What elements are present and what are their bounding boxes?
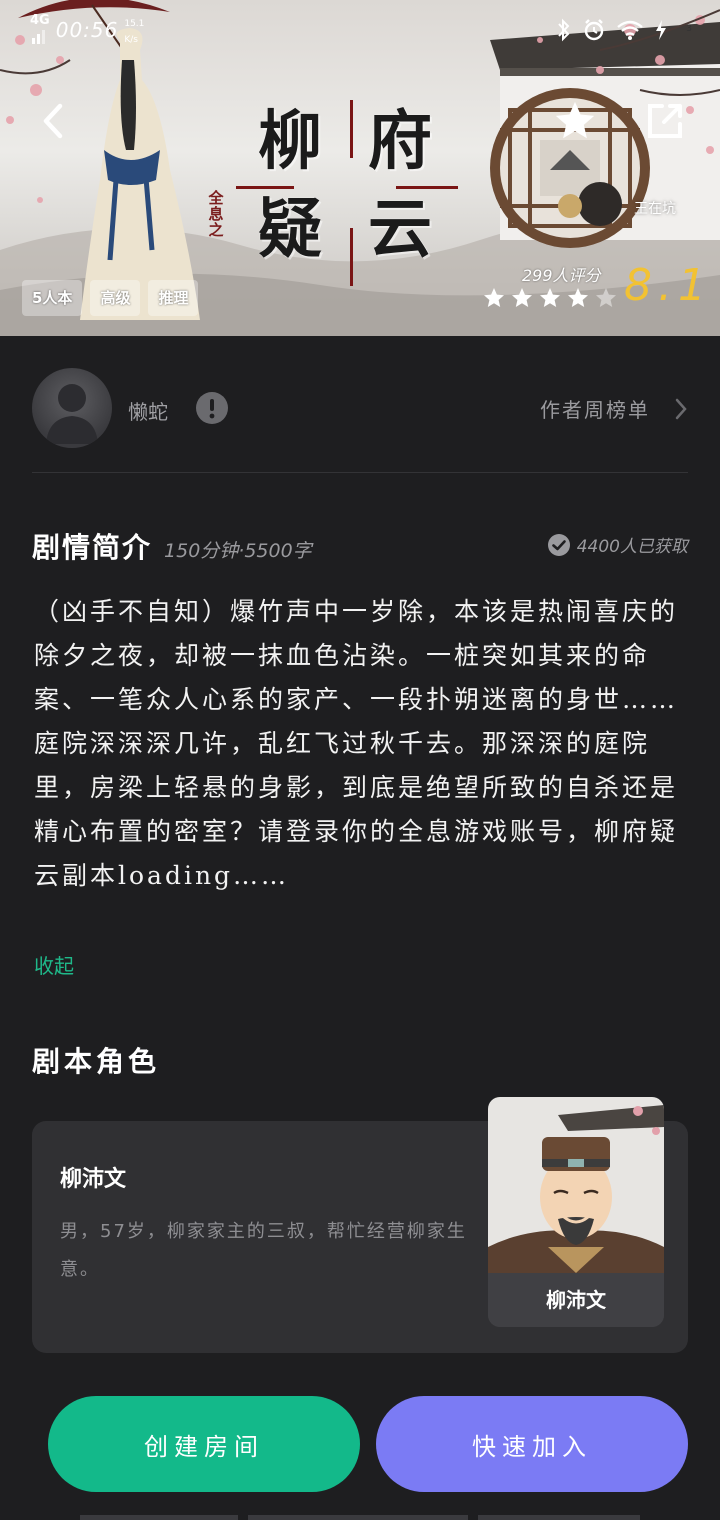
chevron-left-icon (43, 103, 63, 139)
tag-difficulty: 高级 (90, 280, 141, 316)
status-left: 4G 00:56 15.1 K/s (30, 14, 144, 48)
title-divider (350, 100, 353, 158)
check-circle-icon (547, 533, 570, 556)
collapse-link[interactable]: 收起 (34, 950, 74, 979)
net-speed-unit: K/s (124, 35, 138, 45)
author-name: 懒蛇 (128, 400, 168, 424)
role-portrait[interactable]: 柳沛文 (488, 1097, 664, 1327)
quick-join-button[interactable]: 快速加入 (376, 1396, 688, 1492)
title-char: 柳 (258, 104, 322, 179)
bottom-bar-segment (248, 1515, 468, 1520)
network-indicator: 4G (30, 13, 50, 28)
author-weekly-rank-link[interactable]: 作者周榜单 (540, 394, 688, 423)
author-row: 懒蛇 作者周榜单 (32, 368, 688, 448)
favorite-button[interactable] (552, 98, 598, 144)
rating-star-icon (512, 288, 532, 307)
signal-icon (32, 30, 45, 44)
section-divider (32, 472, 688, 473)
bottom-bar-segment (80, 1515, 238, 1520)
rating-star-icon (484, 288, 504, 307)
title-char: 府 (368, 104, 432, 179)
role-portrait-image (488, 1097, 664, 1273)
tag-genre: 推理 (148, 280, 199, 316)
charging-icon (656, 20, 666, 40)
roles-section-title: 剧本角色 (32, 1045, 161, 1078)
hero-banner: 4G 00:56 15.1 K/s 3 柳 府 疑 云 全息之 王在坑 5人本 … (0, 0, 720, 336)
synopsis-meta: 150分钟·5500字 (164, 540, 312, 562)
status-bar: 4G 00:56 15.1 K/s 3 (0, 0, 720, 60)
title-divider (396, 186, 458, 189)
cover-author-tag: 王在坑 (634, 201, 676, 217)
acquired-text: 4400人已获取 (576, 537, 688, 557)
title-divider (350, 228, 353, 286)
avatar[interactable] (32, 368, 112, 448)
synopsis-title: 剧情简介 (32, 531, 153, 564)
bluetooth-icon (558, 18, 570, 42)
script-title: 柳 府 疑 云 全息之 (200, 92, 470, 292)
acquired-count: 4400人已获取 (547, 532, 688, 557)
role-portrait-name: 柳沛文 (488, 1273, 664, 1327)
status-right (556, 18, 668, 42)
rating-stars (482, 286, 618, 310)
user-silhouette-icon (46, 384, 98, 444)
rating-count: 299人评分 (522, 266, 601, 285)
bottom-tab-hint (0, 1512, 720, 1520)
rating-star-icon (540, 288, 560, 307)
synopsis-header: 剧情简介 150分钟·5500字 (32, 526, 312, 566)
title-divider (236, 186, 294, 189)
bottom-bar-segment (478, 1515, 640, 1520)
status-time: 00:56 (55, 18, 119, 42)
tag-list: 5人本 高级 推理 (22, 280, 199, 316)
title-char: 云 (368, 192, 432, 267)
title-prefix: 全息之 (208, 189, 224, 239)
net-speed: 15.1 (124, 19, 145, 29)
wifi-icon (617, 20, 643, 40)
tag-player-count: 5人本 (22, 280, 83, 316)
create-room-button[interactable]: 创建房间 (48, 1396, 360, 1492)
rank-label: 作者周榜单 (540, 398, 650, 422)
chevron-right-icon (675, 398, 687, 419)
battery-level: 3 (686, 24, 692, 34)
star-icon (555, 101, 595, 139)
share-button[interactable] (642, 98, 688, 144)
synopsis-body: （凶手不自知）爆竹声中一岁除，本该是热闹喜庆的除夕之夜，却被一抹血色沾染。一桩突… (34, 597, 679, 890)
back-button[interactable] (34, 98, 74, 144)
share-icon (648, 104, 682, 138)
title-char: 疑 (258, 192, 322, 267)
rating-star-icon (596, 288, 616, 307)
role-name: 柳沛文 (60, 1167, 127, 1192)
rating-star-icon (568, 288, 588, 307)
role-description: 男，57岁，柳家家主的三叔，帮忙经营柳家生意。 (60, 1221, 467, 1280)
report-icon[interactable] (196, 392, 228, 424)
alarm-icon (584, 19, 604, 41)
rating-score: 8.1 (624, 260, 712, 311)
